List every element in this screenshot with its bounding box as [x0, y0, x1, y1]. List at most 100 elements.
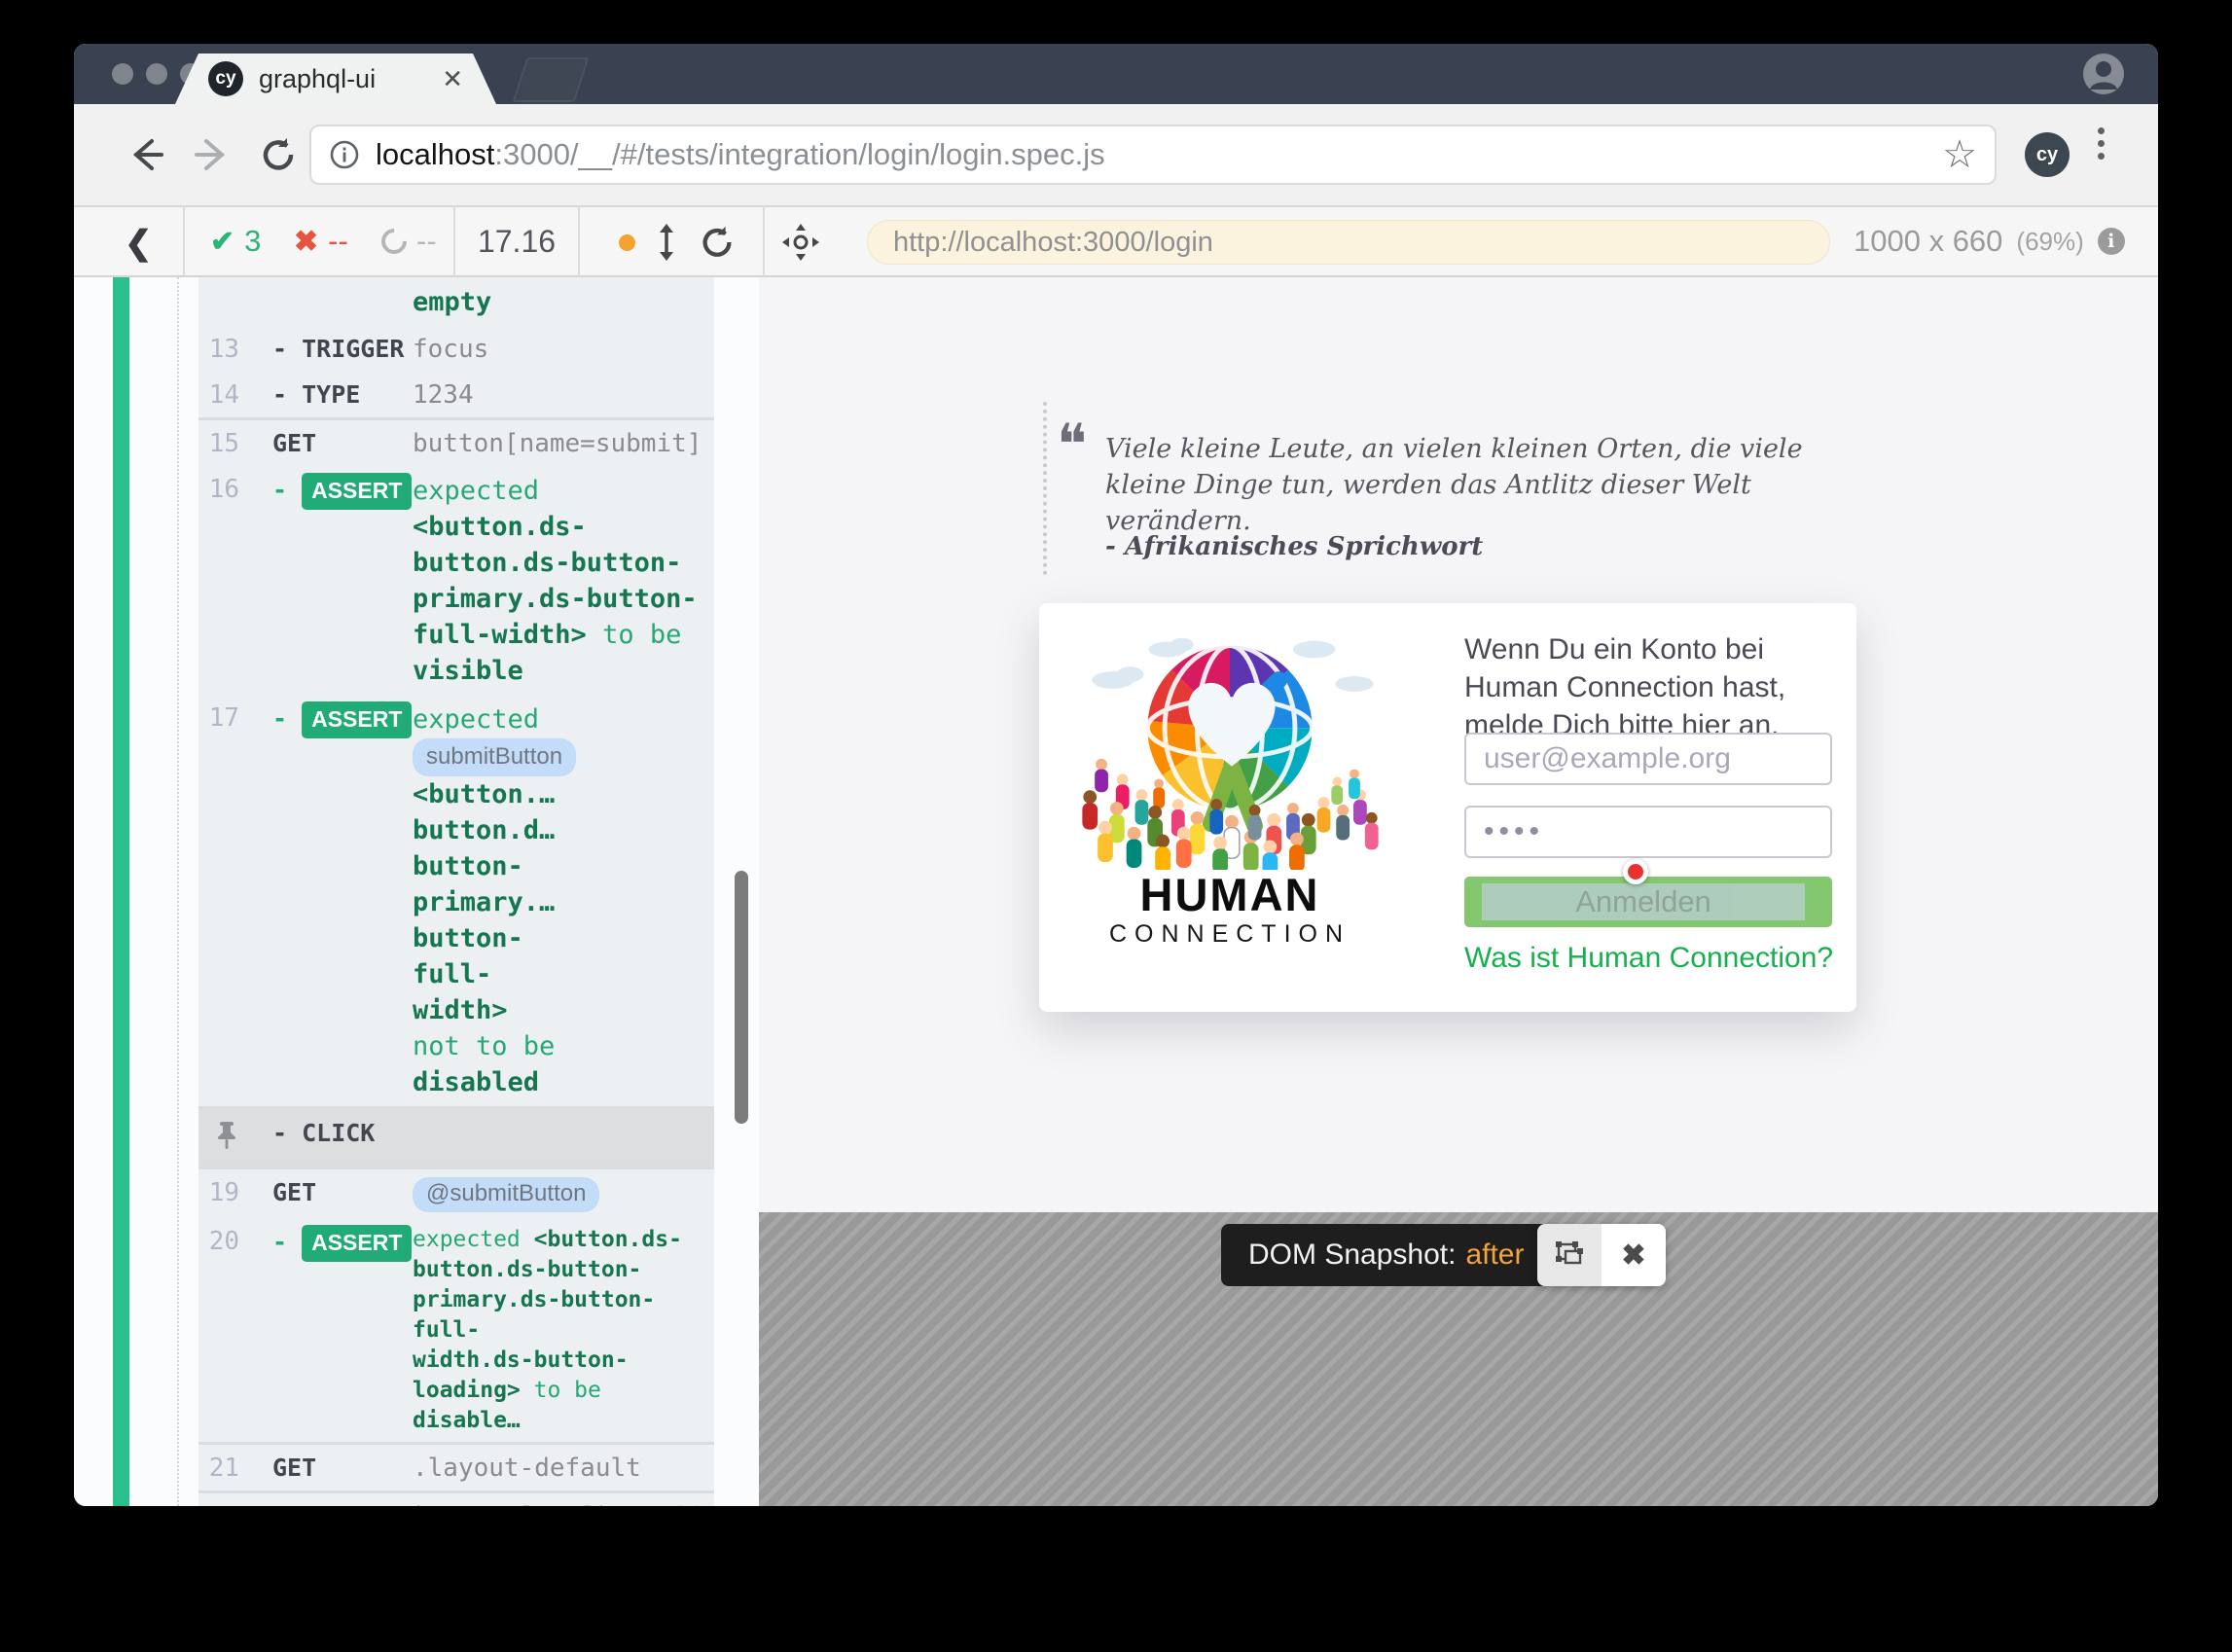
submit-button-highlight: Anmelden — [1482, 883, 1805, 920]
tab-title: graphql-ui — [259, 64, 442, 94]
url-host: localhost — [376, 137, 494, 171]
log-command-message: empty — [413, 284, 714, 320]
viewport-info-icon[interactable]: i — [2098, 228, 2125, 255]
log-row-number: 14 — [198, 378, 241, 412]
log-scrollbar-thumb[interactable] — [735, 871, 748, 1124]
log-row-number: 20 — [198, 1225, 241, 1258]
log-row[interactable]: empty — [198, 277, 714, 326]
stats-failed: ✖ -- — [294, 207, 348, 275]
forward-button[interactable] — [187, 129, 237, 180]
cypress-favicon: cy — [208, 61, 243, 96]
viewport-zoom: (69%) — [2016, 227, 2083, 257]
test-duration: 17.16 — [455, 207, 578, 275]
assert-badge: ASSERT — [302, 473, 412, 510]
password-field[interactable] — [1464, 806, 1832, 858]
logo-wordmark-line2: CONNECTION — [1066, 920, 1393, 949]
email-field[interactable] — [1464, 733, 1832, 785]
profile-icon[interactable] — [2082, 53, 2125, 95]
window-minimize-button[interactable] — [146, 63, 167, 85]
page-info-icon[interactable] — [329, 139, 360, 170]
selector-playground-icon[interactable] — [780, 222, 821, 263]
log-command-message: @submitButton — [413, 1176, 714, 1212]
human-connection-logo — [1066, 621, 1393, 870]
log-row[interactable]: 14- TYPE1234 — [198, 372, 714, 417]
log-command-message: focus — [413, 333, 714, 366]
submit-button-label: Anmelden — [1575, 884, 1711, 919]
log-command-name: - CLICK — [241, 1117, 413, 1150]
viewport-size: 1000 x 660 — [1854, 224, 2002, 259]
log-row-number: 17 — [198, 701, 241, 735]
log-row[interactable]: 13- TRIGGERfocus — [198, 326, 714, 372]
address-bar: localhost:3000/__/#/tests/integration/lo… — [74, 104, 2158, 207]
log-command-name: GET — [241, 1176, 413, 1209]
log-command-message: expected submitButton <button.… button.d… — [413, 701, 714, 1100]
log-row-number: 13 — [198, 333, 241, 366]
aut-snapshot: ❝ Viele kleine Leute, an vielen kleinen … — [759, 277, 2158, 1212]
snapshot-state: after — [1465, 1239, 1524, 1272]
log-row[interactable]: 15GETbutton[name=submit] — [198, 417, 714, 466]
tab-close-icon[interactable]: ✕ — [442, 64, 463, 94]
log-command-name: - ASSERT — [241, 473, 413, 510]
test-passed-strip — [113, 277, 129, 1506]
log-row[interactable]: 19GET@submitButton — [198, 1167, 714, 1218]
command-log-rows: empty13- TRIGGERfocus14- TYPE123415GETbu… — [198, 277, 714, 1506]
pin-icon — [198, 1117, 241, 1159]
log-row-pinned[interactable]: - CLICK — [198, 1106, 714, 1167]
what-is-link[interactable]: Was ist Human Connection? — [1464, 942, 1833, 975]
snapshot-highlight-toggle[interactable] — [1537, 1224, 1602, 1286]
log-command-message: button[name=submit] — [413, 427, 714, 460]
restart-tests-icon[interactable] — [697, 222, 738, 263]
log-indent-guide — [177, 277, 179, 1506]
back-to-tests-button[interactable]: ❮ — [125, 224, 153, 263]
reload-button[interactable] — [253, 129, 304, 180]
log-command-name: - ASSERT — [241, 1225, 413, 1262]
log-command-message: expected <button.ds- button.ds-button- p… — [413, 1225, 714, 1436]
snapshot-close-button[interactable]: ✖ — [1602, 1224, 1666, 1286]
stats-passed: ✔ 3 — [210, 207, 261, 275]
quote-divider — [1043, 402, 1047, 575]
log-command-message: http://localhost:30… — [413, 1500, 714, 1506]
log-row[interactable]: 20- ASSERTexpected <button.ds- button.ds… — [198, 1218, 714, 1442]
cypress-toolbar: ❮ ✔ 3 ✖ -- -- 17.16 — [74, 207, 2158, 277]
log-command-name: - TYPE — [241, 378, 413, 412]
browser-window: cy graphql-ui ✕ — [74, 44, 2158, 1506]
log-row[interactable]: (NEW URL)http://localhost:30… — [198, 1490, 714, 1506]
login-intro-text: Wenn Du ein Konto bei Human Connection h… — [1464, 630, 1842, 744]
click-event-marker — [1623, 859, 1648, 884]
autoscroll-indicator[interactable] — [619, 234, 635, 251]
quote-text: Viele kleine Leute, an vielen kleinen Or… — [1105, 431, 1854, 539]
dom-snapshot-tooltip: DOM Snapshot: after — [1221, 1224, 1551, 1286]
cypress-extension-icon[interactable]: cy — [2025, 132, 2070, 177]
url-omnibox[interactable]: localhost:3000/__/#/tests/integration/lo… — [309, 125, 1997, 185]
url-path: :3000/__/#/tests/integration/login/login… — [494, 137, 1104, 171]
alias-chip[interactable]: @submitButton — [413, 1177, 599, 1212]
browser-menu-icon[interactable] — [2098, 127, 2105, 160]
alias-chip[interactable]: submitButton — [413, 738, 576, 776]
log-command-name: - TRIGGER — [241, 333, 413, 366]
command-log-panel: empty13- TRIGGERfocus14- TYPE123415GETbu… — [74, 277, 759, 1506]
titlebar: cy graphql-ui ✕ — [74, 44, 2158, 104]
passed-icon: ✔ — [210, 225, 234, 259]
snapshot-label: DOM Snapshot: — [1248, 1239, 1456, 1272]
snapshot-controls: ✖ — [1537, 1224, 1666, 1286]
browser-tab[interactable]: cy graphql-ui ✕ — [175, 54, 496, 104]
window-close-button[interactable] — [112, 63, 133, 85]
log-row[interactable]: 16- ASSERTexpected <button.ds- button.ds… — [198, 466, 714, 695]
pending-icon — [377, 224, 413, 260]
aut-url[interactable]: http://localhost:3000/login — [867, 220, 1830, 265]
log-row[interactable]: 17- ASSERTexpected submitButton <button.… — [198, 695, 714, 1106]
log-command-message: expected <button.ds- button.ds-button- p… — [413, 473, 714, 689]
submit-button[interactable]: Anmelden — [1464, 877, 1832, 927]
log-command-name: GET — [241, 1452, 413, 1485]
scroll-arrows-icon[interactable] — [646, 222, 687, 263]
log-row-number: 16 — [198, 473, 241, 506]
new-tab-button[interactable] — [513, 57, 590, 102]
quote-attribution: - Afrikanisches Sprichwort — [1105, 532, 1483, 561]
screen: cy graphql-ui ✕ — [0, 0, 2232, 1652]
back-button[interactable] — [121, 129, 171, 180]
log-row[interactable]: 21GET.layout-default — [198, 1442, 714, 1490]
assert-badge: ASSERT — [302, 701, 412, 738]
logo-wordmark-line1: HUMAN — [1066, 868, 1393, 921]
bookmark-star-icon[interactable]: ☆ — [1942, 135, 1977, 174]
log-command-name: (NEW URL) — [241, 1500, 413, 1506]
